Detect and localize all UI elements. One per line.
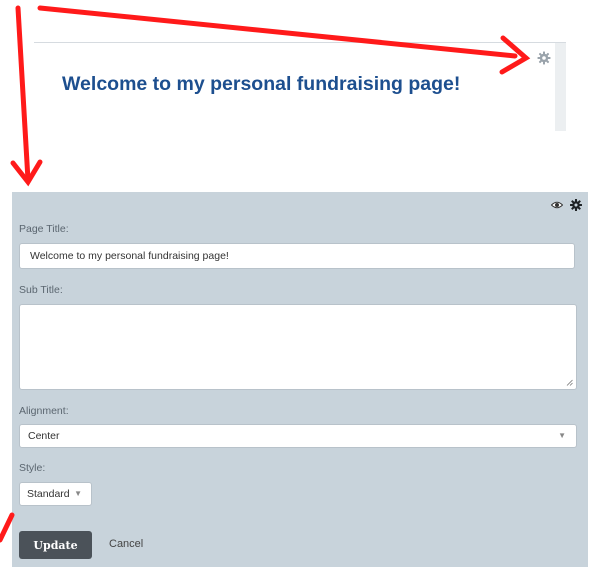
sub-title-textarea[interactable] <box>19 304 577 390</box>
caret-down-icon: ▼ <box>558 431 566 440</box>
preview-title: Welcome to my personal fundraising page! <box>62 73 461 95</box>
style-select[interactable]: Standard ▼ <box>19 482 92 506</box>
style-value: Standard <box>27 488 70 500</box>
alignment-select[interactable]: Center ▼ <box>19 424 577 448</box>
alignment-value: Center <box>28 430 60 442</box>
panel-toolbar <box>550 198 582 211</box>
preview-scroll-rail <box>555 43 566 131</box>
page-title-input[interactable] <box>19 243 575 269</box>
sub-title-label: Sub Title: <box>19 284 63 296</box>
cancel-button[interactable]: Cancel <box>109 538 143 550</box>
gear-icon[interactable] <box>537 51 551 65</box>
style-label: Style: <box>19 462 46 474</box>
alignment-label: Alignment: <box>19 405 69 417</box>
gear-icon[interactable] <box>570 198 582 211</box>
eye-icon[interactable] <box>550 198 564 210</box>
page-title-label: Page Title: <box>19 223 69 235</box>
title-editor-panel: Page Title: Sub Title: Alignment: Center… <box>12 192 588 567</box>
page-title-preview: Welcome to my personal fundraising page! <box>34 42 566 131</box>
arrow-to-update <box>0 512 15 543</box>
arrow-to-panel <box>15 5 31 183</box>
caret-down-icon: ▼ <box>74 489 82 498</box>
resize-handle-icon[interactable] <box>566 379 573 386</box>
update-button[interactable]: Update <box>19 531 92 559</box>
